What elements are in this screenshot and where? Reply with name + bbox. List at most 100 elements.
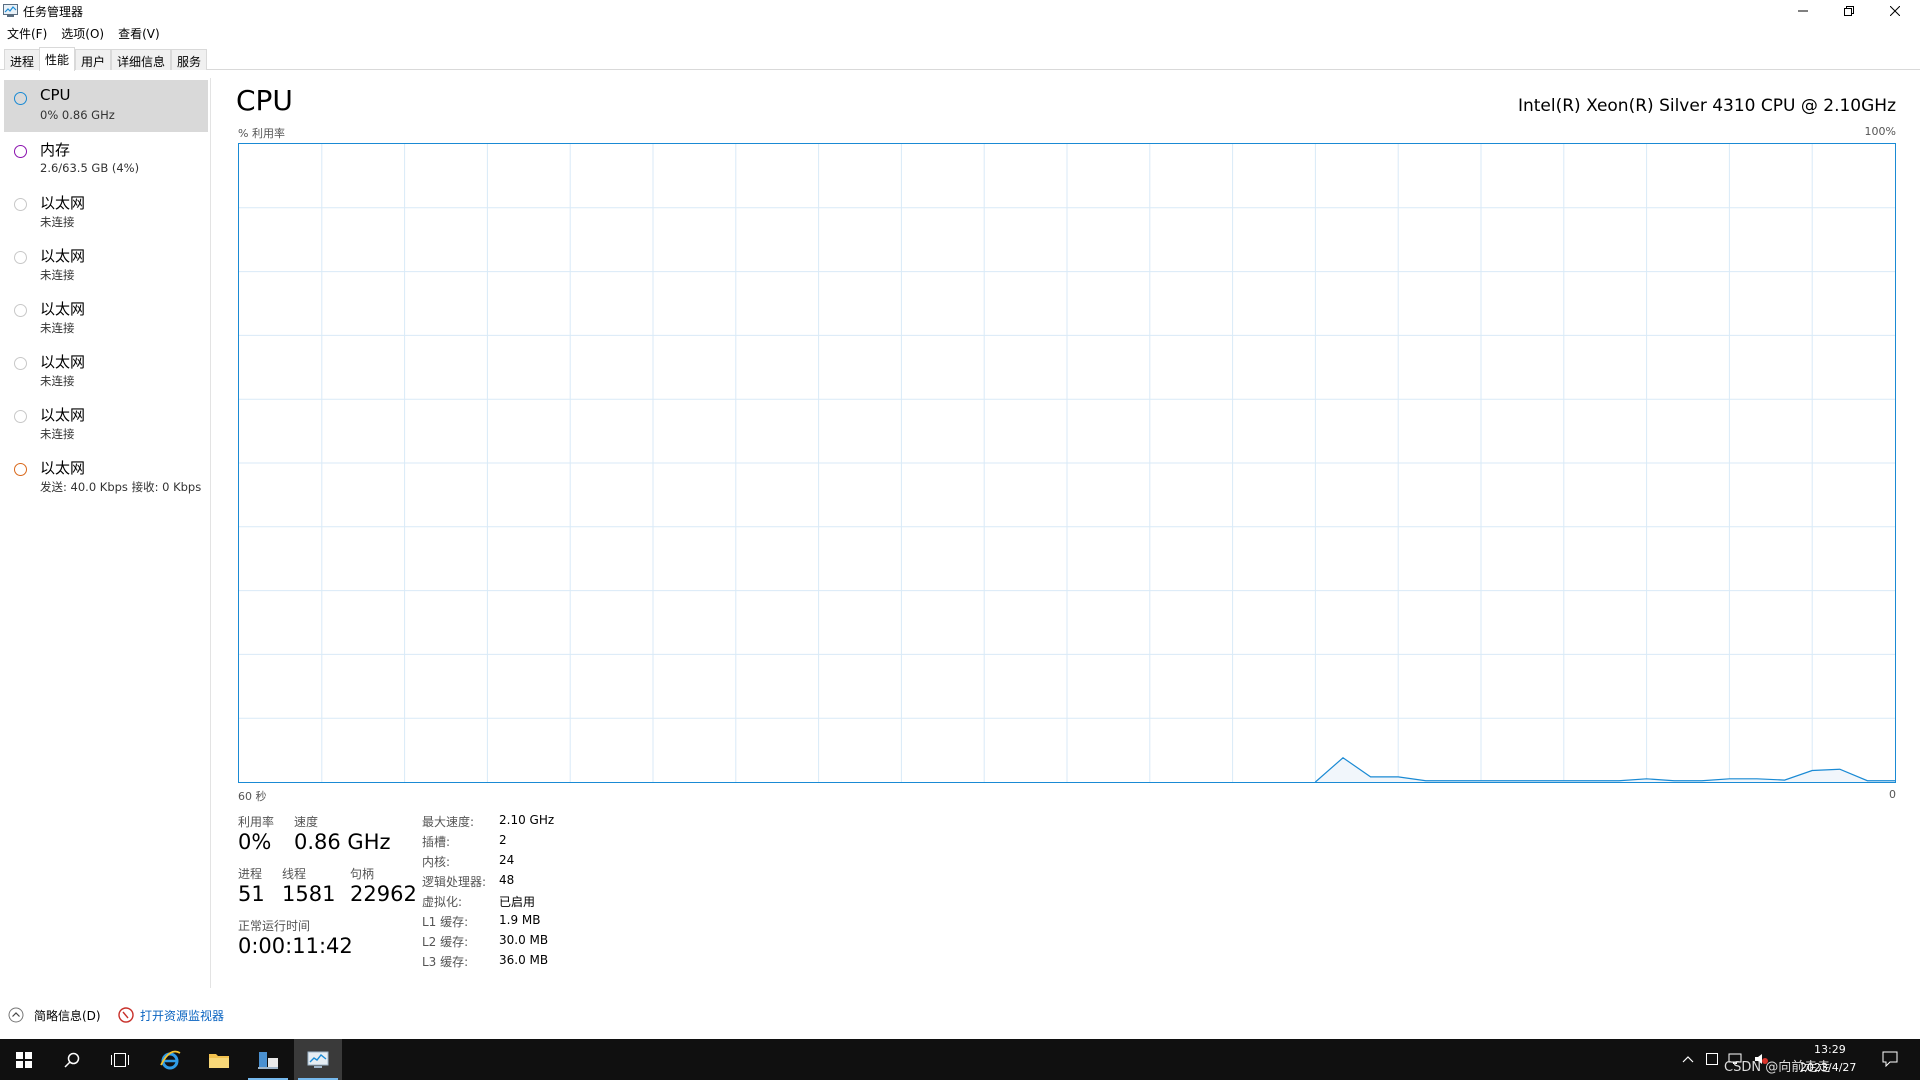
title-bar: 任务管理器: [0, 0, 1920, 22]
sidebar-item-ethernet[interactable]: 以太网 未连接: [4, 292, 208, 344]
resource-monitor-icon: [118, 1007, 134, 1023]
sidebar-item-ethernet[interactable]: 以太网 未连接: [4, 398, 208, 450]
sidebar-item-ethernet[interactable]: 以太网 未连接: [4, 239, 208, 291]
spec-label: 插槽:: [422, 835, 451, 849]
chevron-up-icon[interactable]: [1682, 1055, 1694, 1063]
restore-icon: [1844, 6, 1854, 16]
sidebar-item-title: 以太网: [40, 353, 86, 371]
uptime-value: 0:00:11:42: [238, 934, 353, 958]
tab-services[interactable]: 服务: [171, 49, 208, 70]
menu-file[interactable]: 文件(F): [0, 22, 54, 42]
task-view-icon: [111, 1052, 129, 1067]
close-icon: [1890, 6, 1900, 16]
sidebar-item-subtitle: 2.6/63.5 GB (4%): [40, 161, 140, 175]
x-axis-left-label: 60 秒: [238, 790, 267, 803]
server-manager-icon: [258, 1051, 278, 1069]
close-button[interactable]: [1872, 0, 1918, 22]
spec-value: 2: [499, 833, 507, 847]
clock-time[interactable]: 13:29: [1814, 1043, 1846, 1056]
sidebar-item-title: CPU: [40, 86, 71, 104]
spec-value: 已启用: [499, 895, 536, 909]
sidebar-item-title: 以太网: [40, 194, 86, 212]
handles-value: 22962: [350, 882, 417, 906]
sidebar-item-memory[interactable]: 内存 2.6/63.5 GB (4%): [4, 133, 208, 185]
ethernet-graph-icon: [14, 304, 27, 317]
tab-details[interactable]: 详细信息: [111, 49, 172, 70]
speed-label: 速度: [294, 815, 319, 829]
window-title: 任务管理器: [23, 5, 84, 19]
spec-value: 30.0 MB: [499, 933, 549, 947]
utilization-value: 0%: [238, 830, 272, 854]
menu-view[interactable]: 查看(V): [111, 22, 167, 42]
notification-center-icon[interactable]: [1882, 1051, 1898, 1067]
search-button[interactable]: [48, 1039, 96, 1080]
cpu-model-name: Intel(R) Xeon(R) Silver 4310 CPU @ 2.10G…: [1517, 96, 1896, 116]
y-axis-label: % 利用率: [238, 127, 285, 140]
tab-users[interactable]: 用户: [75, 49, 112, 70]
fewer-details-link[interactable]: 简略信息(D): [34, 1007, 101, 1024]
folder-icon: [209, 1053, 229, 1068]
threads-value: 1581: [282, 882, 336, 906]
speed-value: 0.86 GHz: [294, 830, 391, 854]
internet-explorer-button[interactable]: [146, 1039, 194, 1080]
task-manager-icon: [307, 1051, 329, 1068]
sidebar-item-title: 以太网: [40, 300, 86, 318]
spec-label: 虚拟化:: [422, 895, 463, 909]
sidebar-item-ethernet[interactable]: 以太网 未连接: [4, 186, 208, 238]
ethernet-graph-icon: [14, 251, 27, 264]
taskbar: CSDN @向前走走 13:29 2023/4/27: [0, 1039, 1920, 1080]
task-view-button[interactable]: [96, 1039, 144, 1080]
spec-label: 内核:: [422, 855, 451, 869]
spec-label: 逻辑处理器:: [422, 875, 487, 889]
ethernet-graph-icon: [14, 198, 27, 211]
windows-logo-icon: [16, 1051, 32, 1068]
menu-options[interactable]: 选项(O): [54, 22, 111, 42]
minimize-button[interactable]: [1780, 0, 1826, 22]
x-axis-right-label: 0: [1889, 788, 1896, 801]
server-manager-button[interactable]: [244, 1039, 292, 1080]
tab-performance[interactable]: 性能: [39, 47, 76, 71]
performance-sidebar: CPU 0% 0.86 GHz 内存 2.6/63.5 GB (4%) 以太网 …: [0, 78, 211, 988]
start-button[interactable]: [0, 1039, 48, 1080]
sidebar-item-title: 内存: [40, 141, 71, 159]
sidebar-item-subtitle: 未连接: [40, 374, 75, 388]
sidebar-item-ethernet-active[interactable]: 以太网 发送: 40.0 Kbps 接收: 0 Kbps: [4, 451, 208, 503]
sidebar-item-subtitle: 未连接: [40, 427, 75, 441]
utilization-label: 利用率: [238, 815, 275, 829]
menu-bar: 文件(F) 选项(O) 查看(V): [0, 22, 167, 42]
task-manager-window: 任务管理器 文件(F) 选项(O) 查看(V) 进程 性能 用户 详细信息 服务: [0, 0, 1920, 1039]
spec-label: L1 缓存:: [422, 915, 469, 929]
spec-value: 36.0 MB: [499, 953, 549, 967]
ethernet-graph-icon: [14, 463, 27, 476]
clock-date[interactable]: 2023/4/27: [1800, 1061, 1856, 1074]
memory-graph-icon: [14, 145, 27, 158]
sidebar-item-subtitle: 未连接: [40, 215, 75, 229]
spec-label: 最大速度:: [422, 815, 475, 829]
threads-label: 线程: [282, 867, 307, 881]
cpu-utilization-graph: [238, 143, 1896, 783]
spec-value: 2.10 GHz: [499, 813, 555, 827]
chevron-up-circle-icon[interactable]: [8, 1007, 24, 1023]
tab-processes[interactable]: 进程: [4, 49, 41, 70]
ethernet-graph-icon: [14, 357, 27, 370]
task-manager-icon: [3, 4, 18, 17]
task-manager-taskbar-button[interactable]: [294, 1039, 342, 1080]
sidebar-item-subtitle: 未连接: [40, 321, 75, 335]
sidebar-item-cpu[interactable]: CPU 0% 0.86 GHz: [4, 80, 208, 132]
handles-label: 句柄: [350, 867, 375, 881]
sidebar-item-title: 以太网: [40, 406, 86, 424]
search-icon: [64, 1052, 80, 1068]
sidebar-item-subtitle: 0% 0.86 GHz: [40, 108, 115, 122]
restore-button[interactable]: [1826, 0, 1872, 22]
cpu-chart-svg: [239, 144, 1895, 782]
sidebar-item-title: 以太网: [40, 459, 86, 477]
sidebar-item-ethernet[interactable]: 以太网 未连接: [4, 345, 208, 397]
spec-label: L3 缓存:: [422, 955, 469, 969]
notification-square-icon[interactable]: [1706, 1053, 1718, 1065]
file-explorer-button[interactable]: [195, 1039, 243, 1080]
spec-value: 48: [499, 873, 515, 887]
open-resource-monitor-link[interactable]: 打开资源监视器: [140, 1007, 224, 1024]
cpu-graph-icon: [14, 92, 27, 105]
minimize-icon: [1798, 10, 1808, 12]
footer-bar: 简略信息(D) 打开资源监视器: [0, 1000, 1920, 1030]
